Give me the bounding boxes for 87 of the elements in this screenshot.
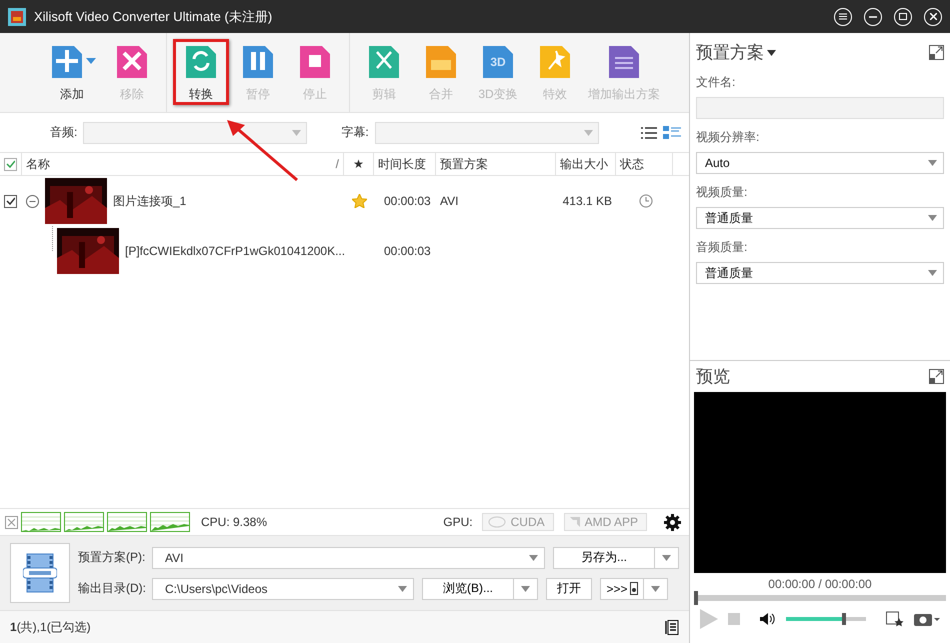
close-button[interactable]: [924, 8, 942, 26]
cpu-graph: [150, 512, 190, 532]
dropdown-arrow-icon: [292, 130, 302, 136]
profile-cell-text: AVI: [439, 194, 460, 208]
transfer-button[interactable]: >>>: [600, 578, 668, 600]
detail-view-icon[interactable]: [663, 126, 681, 140]
resolution-label: 视频分辨率:: [696, 129, 760, 146]
dropdown-arrow-icon: [398, 586, 407, 592]
select-all-checkbox[interactable]: [4, 158, 17, 170]
cpu-usage: CPU: 9.38%: [201, 515, 268, 529]
column-header[interactable]: 输出大小: [556, 153, 616, 175]
browse-button[interactable]: 浏览(B)...: [422, 578, 538, 600]
log-icon[interactable]: [665, 620, 679, 634]
seek-handle[interactable]: [694, 591, 698, 605]
column-header[interactable]: /: [336, 157, 339, 171]
volume-handle[interactable]: [842, 613, 846, 625]
audio-quality-label: 音频质量:: [696, 239, 748, 256]
profile-dropdown[interactable]: AVI: [152, 546, 545, 568]
window-title: Xilisoft Video Converter Ultimate (未注册): [34, 8, 274, 26]
camera-icon[interactable]: [914, 612, 940, 626]
audio-label: 音频:: [50, 124, 78, 141]
cpu-graph: [64, 512, 104, 532]
expand-icon[interactable]: [929, 369, 944, 384]
dropdown-arrow-icon: [928, 160, 937, 166]
column-header[interactable]: 状态: [616, 153, 673, 175]
file-name: [P]fcCWIEkdlx07CFrP1wGk01041200K...: [125, 244, 346, 258]
resolution-dropdown[interactable]: Auto: [696, 152, 944, 174]
star-icon[interactable]: [352, 194, 366, 208]
gpu-label: GPU:: [443, 515, 473, 529]
subtitle-label: 字幕:: [341, 124, 369, 141]
audio-quality-dropdown[interactable]: 普通质量: [696, 262, 944, 284]
file-name: 图片连接项_1: [113, 192, 186, 210]
add-button[interactable]: 添加: [41, 39, 103, 105]
list-view-icon[interactable]: [641, 126, 657, 140]
maximize-button[interactable]: [894, 8, 912, 26]
dropdown-arrow-icon: [662, 554, 671, 560]
settings-icon[interactable]: [664, 514, 681, 530]
dropdown-arrow-icon: [928, 215, 937, 221]
panel-title: 预置方案: [696, 42, 764, 64]
dropdown-arrow-icon: [651, 586, 660, 592]
expand-icon[interactable]: [929, 45, 944, 60]
preview-title: 预览: [696, 366, 730, 388]
close-icon: [930, 13, 936, 20]
video-quality-dropdown[interactable]: 普通质量: [696, 207, 944, 229]
checkmark-icon: [6, 197, 15, 205]
minimize-icon: [869, 16, 877, 18]
playback-time: 00:00:00 / 00:00:00: [767, 577, 873, 591]
cpu-graph: [107, 512, 147, 532]
cpu-graph: [21, 512, 61, 532]
save-as-button[interactable]: 另存为...: [553, 546, 679, 568]
video-file-icon: [23, 552, 57, 594]
column-header[interactable]: 预置方案: [436, 153, 556, 175]
arrow-logo-icon: [568, 516, 581, 528]
convert-button[interactable]: 转换: [173, 39, 229, 105]
dropdown-arrow-icon[interactable]: [767, 50, 776, 56]
device-icon: [630, 582, 638, 595]
open-button[interactable]: 打开: [546, 578, 592, 600]
dropdown-arrow-icon: [521, 586, 530, 592]
minimize-button[interactable]: [864, 8, 882, 26]
audio-dropdown[interactable]: [83, 122, 308, 144]
dropdown-arrow-icon: [584, 130, 593, 136]
profile-label: 预置方案(P):: [78, 549, 146, 566]
menu-button[interactable]: [834, 8, 852, 26]
row-checkbox[interactable]: [4, 194, 17, 208]
output-folder-dropdown[interactable]: C:\Users\pc\Videos: [152, 578, 414, 600]
column-header[interactable]: 时间长度: [374, 153, 436, 175]
duration-cell-text: 00:00:03: [383, 194, 432, 208]
size-cell-text: 413.1 KB: [562, 194, 613, 208]
volume-icon[interactable]: [760, 613, 776, 625]
menu-icon: [839, 13, 847, 20]
close-icon[interactable]: [5, 516, 18, 528]
film-star-icon[interactable]: [886, 611, 904, 627]
dropdown-arrow-icon: [529, 554, 538, 560]
checkmark-icon: [6, 160, 15, 168]
maximize-icon: [899, 13, 907, 20]
duration-cell-text: 00:00:03: [383, 244, 432, 258]
selection-count: 1(共),1(已勾选): [10, 618, 91, 636]
video-quality-label: 视频质量:: [696, 184, 748, 201]
dropdown-arrow-icon: [928, 270, 937, 276]
column-header[interactable]: ★: [344, 153, 374, 175]
file-name-label: 文件名:: [696, 74, 736, 91]
column-header[interactable]: 名称: [26, 156, 50, 172]
file-name-field[interactable]: [696, 97, 944, 119]
app-logo-icon: [8, 8, 26, 26]
dropdown-arrow-icon: [86, 58, 96, 64]
collapse-icon[interactable]: [26, 194, 39, 208]
output-folder-label: 输出目录(D):: [78, 580, 146, 597]
